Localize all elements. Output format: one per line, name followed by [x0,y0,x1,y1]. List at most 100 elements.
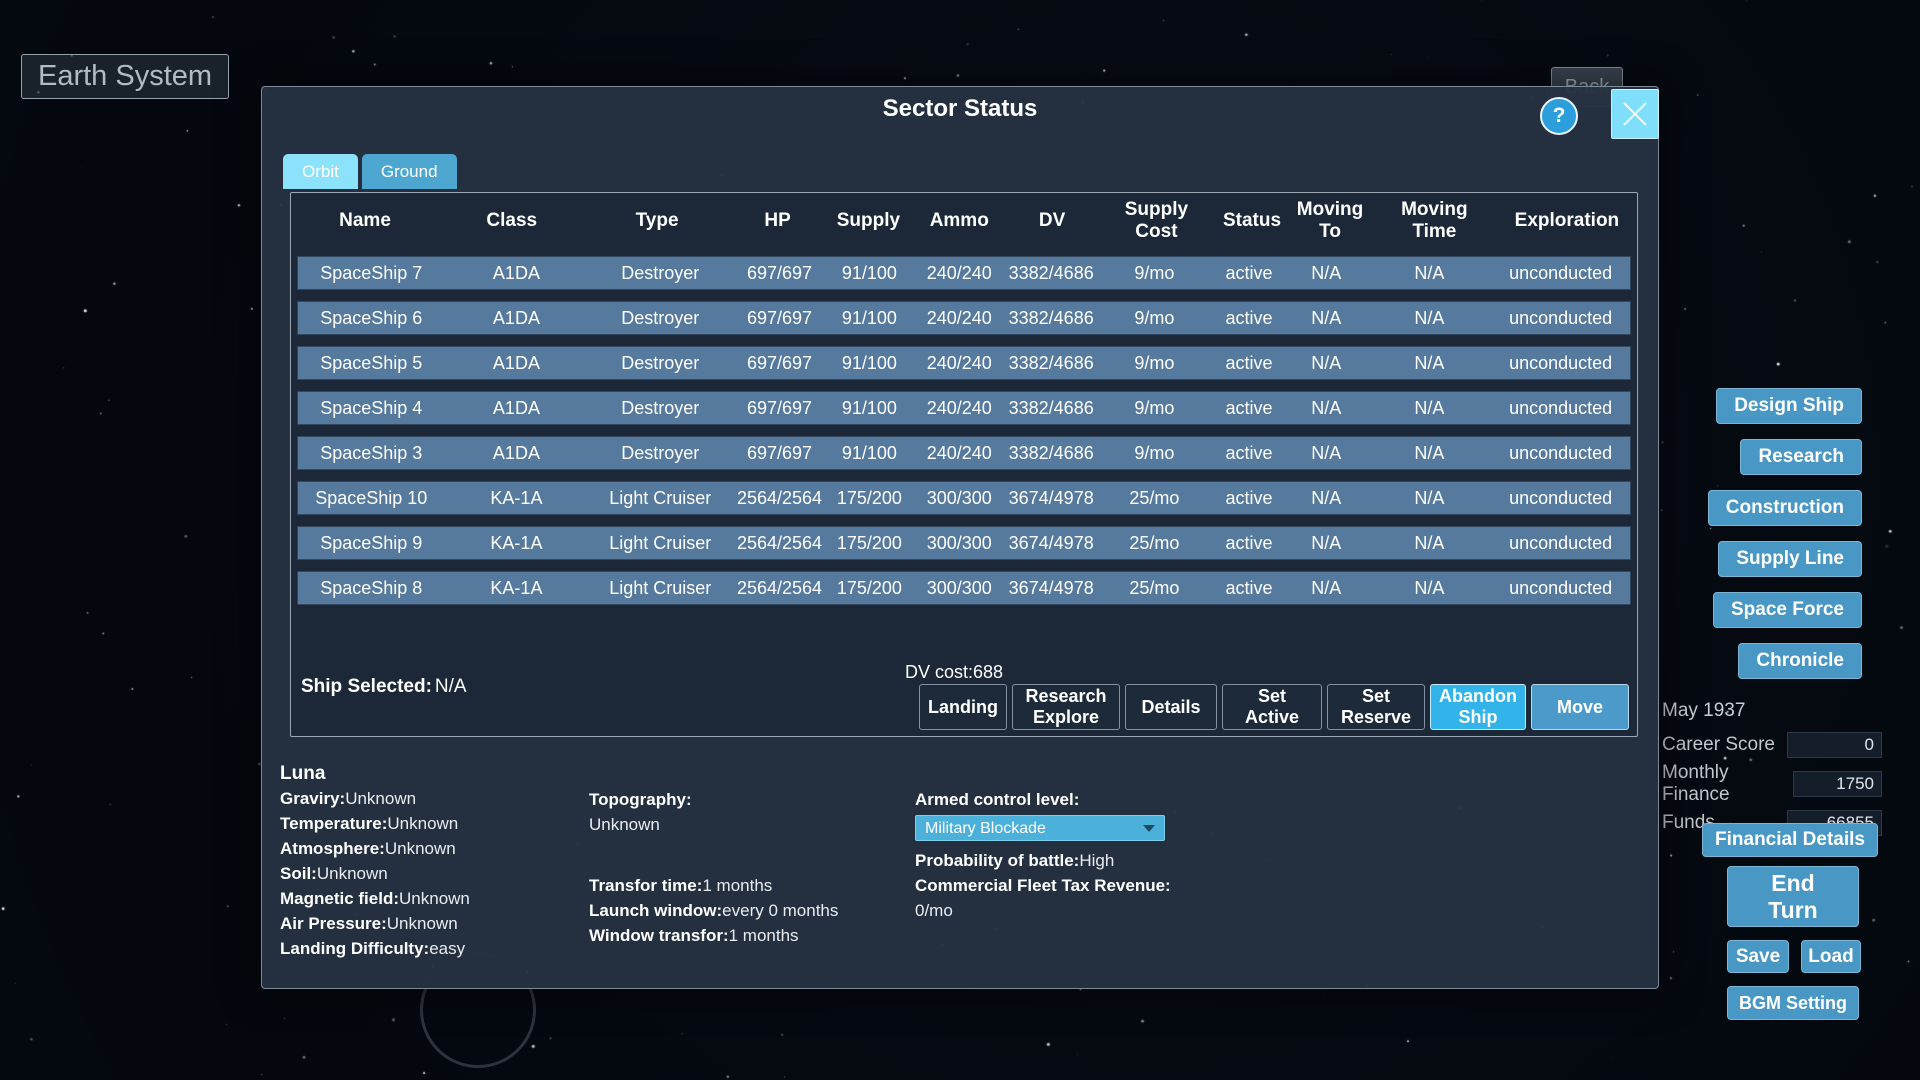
armed-control-label: Armed control level: [915,787,1171,812]
cell-name: SpaceShip 4 [298,392,445,424]
cell-dv: 3382/4686 [1007,302,1096,334]
game-date: May 1937 [1662,700,1882,722]
ship-selected-label: Ship Selected: [301,676,432,697]
set-active-button[interactable]: Set Active [1222,684,1322,730]
cell-ammo: 300/300 [912,482,1007,514]
cell-supply-cost: 25/mo [1096,482,1213,514]
status-panel: May 1937 Career Score 0 Monthly Finance … [1662,700,1882,840]
ship-row[interactable]: SpaceShip 5 A1DA Destroyer 697/697 91/10… [297,346,1631,380]
landing-button[interactable]: Landing [919,684,1007,730]
column-header: Ammo [911,193,1007,249]
financial-details-button[interactable]: Financial Details [1702,823,1878,857]
sidebar-button[interactable]: Space Force [1713,592,1862,628]
status-value: 1750 [1793,771,1883,797]
cell-moving-to: N/A [1285,572,1368,604]
ship-table: Name Class Type HP Supply Ammo DV Supply… [290,192,1638,737]
cell-moving-to: N/A [1285,257,1368,289]
cell-status: active [1213,437,1285,469]
ship-row[interactable]: SpaceShip 3 A1DA Destroyer 697/697 91/10… [297,436,1631,470]
cell-class: A1DA [445,302,589,334]
cell-type: Destroyer [588,392,732,424]
cell-exploration: unconducted [1491,392,1630,424]
cell-class: A1DA [445,392,589,424]
sidebar-button[interactable]: Supply Line [1718,541,1862,577]
cell-supply: 175/200 [827,527,912,559]
cell-ammo: 240/240 [912,392,1007,424]
cell-ammo: 240/240 [912,257,1007,289]
cell-moving-time: N/A [1368,347,1492,379]
tab-ground[interactable]: Ground [362,154,457,189]
end-turn-button[interactable]: End Turn [1727,866,1859,927]
cell-name: SpaceShip 6 [298,302,445,334]
save-button[interactable]: Save [1727,940,1789,973]
sidebar-menu: Design Ship Research Construction Supply… [1708,388,1862,679]
cell-ammo: 300/300 [912,572,1007,604]
cell-supply: 91/100 [827,437,912,469]
transfer-stat-line: Transfor time:1 months [589,873,838,898]
planet-stat-line: Graviry:Unknown [280,786,470,811]
ship-row[interactable]: SpaceShip 10 KA-1A Light Cruiser 2564/25… [297,481,1631,515]
cell-dv: 3674/4978 [1007,572,1096,604]
planet-topography-column: Topography: Unknown Transfor time:1 mont… [589,787,838,948]
planet-stat-line: Soil:Unknown [280,861,470,886]
cell-exploration: unconducted [1491,482,1630,514]
cell-supply: 91/100 [827,302,912,334]
sector-status-dialog: Sector Status ? Orbit Ground Name Class … [261,86,1659,989]
cell-supply-cost: 25/mo [1096,572,1213,604]
tax-revenue-value: 0/mo [915,898,1171,923]
sidebar-button[interactable]: Design Ship [1716,388,1862,424]
cell-type: Destroyer [588,437,732,469]
close-icon [1620,99,1650,129]
armed-control-value: Military Blockade [925,816,1046,841]
details-button[interactable]: Details [1125,684,1217,730]
cell-moving-time: N/A [1368,482,1492,514]
load-button[interactable]: Load [1801,940,1861,973]
cell-supply-cost: 9/mo [1096,302,1213,334]
armed-control-dropdown[interactable]: Military Blockade [915,815,1165,841]
planet-control-column: Armed control level: Military Blockade P… [915,787,1171,923]
cell-ammo: 240/240 [912,347,1007,379]
ship-row[interactable]: SpaceShip 7 A1DA Destroyer 697/697 91/10… [297,256,1631,290]
research-explore-button[interactable]: Research Explore [1012,684,1120,730]
bgm-setting-button[interactable]: BGM Setting [1727,986,1859,1020]
set-reserve-button[interactable]: Set Reserve [1327,684,1425,730]
cell-dv: 3674/4978 [1007,482,1096,514]
cell-ammo: 240/240 [912,302,1007,334]
cell-name: SpaceShip 3 [298,437,445,469]
cell-moving-to: N/A [1285,302,1368,334]
close-button[interactable] [1611,89,1659,139]
cell-status: active [1213,527,1285,559]
table-body: SpaceShip 7 A1DA Destroyer 697/697 91/10… [291,249,1637,605]
sidebar-button[interactable]: Research [1740,439,1862,475]
table-footer: Ship Selected:N/A DV cost:688 Landing Re… [301,664,1629,730]
tab-orbit[interactable]: Orbit [283,154,358,189]
status-label: Monthly Finance [1662,762,1793,806]
ship-row[interactable]: SpaceShip 9 KA-1A Light Cruiser 2564/256… [297,526,1631,560]
sidebar-button[interactable]: Chronicle [1738,643,1862,679]
cell-moving-to: N/A [1285,527,1368,559]
column-header: Exploration [1497,193,1637,249]
cell-status: active [1213,302,1285,334]
cell-status: active [1213,347,1285,379]
dv-cost: DV cost:688 [905,662,1003,683]
cell-supply-cost: 9/mo [1096,347,1213,379]
abandon-ship-button[interactable]: Abandon Ship [1430,684,1526,730]
ship-row[interactable]: SpaceShip 8 KA-1A Light Cruiser 2564/256… [297,571,1631,605]
dialog-title: Sector Status [262,95,1658,123]
sidebar-button[interactable]: Construction [1708,490,1862,526]
column-header: Name [291,193,439,249]
help-button[interactable]: ? [1540,97,1578,135]
cell-ammo: 300/300 [912,527,1007,559]
planet-stat-line: Landing Difficulty:easy [280,936,470,961]
cell-hp: 697/697 [732,347,827,379]
move-button[interactable]: Move [1531,684,1629,730]
cell-supply: 175/200 [827,572,912,604]
cell-supply-cost: 9/mo [1096,257,1213,289]
cell-type: Destroyer [588,302,732,334]
cell-moving-to: N/A [1285,437,1368,469]
status-value: 0 [1787,732,1882,758]
ship-row[interactable]: SpaceShip 4 A1DA Destroyer 697/697 91/10… [297,391,1631,425]
status-row: Monthly Finance 1750 [1662,762,1882,806]
ship-row[interactable]: SpaceShip 6 A1DA Destroyer 697/697 91/10… [297,301,1631,335]
cell-exploration: unconducted [1491,527,1630,559]
